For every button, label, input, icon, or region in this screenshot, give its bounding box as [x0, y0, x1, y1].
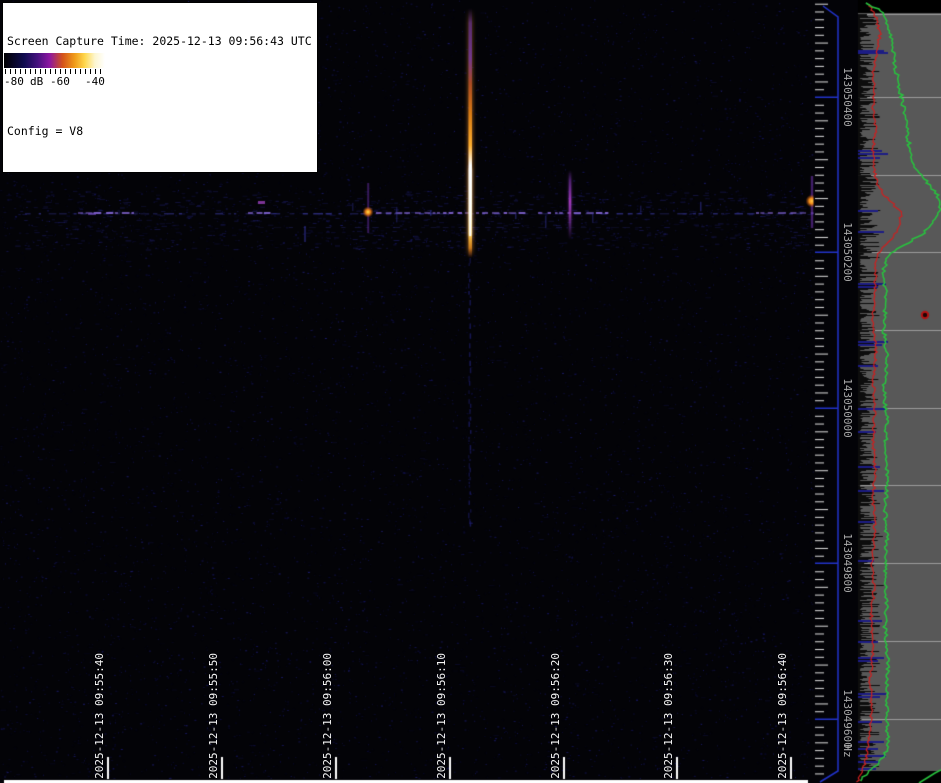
time-tick-label: 2025-12-13 09:55:40 [92, 653, 108, 779]
time-tick-label: 2025-12-13 09:56:40 [775, 653, 791, 779]
colormap-labels: -80 dB -60 -40 [3, 75, 106, 89]
time-tick-label: 2025-12-13 09:56:10 [434, 653, 450, 779]
frequency-unit-label: Hz [840, 744, 854, 757]
db-label-min: -80 [4, 75, 24, 88]
frequency-tick-label: 143050200 [840, 222, 854, 282]
time-tick-label: 2025-12-13 09:56:20 [548, 653, 564, 779]
db-label-max: -40 [85, 75, 105, 88]
colormap-ticks [5, 69, 105, 74]
spectrogram-screen-capture: Screen Capture Time: 2025-12-13 09:56:43… [0, 0, 941, 783]
colormap-gradient [4, 53, 105, 68]
frequency-tick-label: 143050400 [840, 67, 854, 127]
config-text: Config = V8 [7, 124, 312, 139]
frequency-tick-label: 143050000 [840, 378, 854, 438]
db-label-mid: -60 [50, 75, 70, 88]
time-tick-label: 2025-12-13 09:55:50 [206, 653, 222, 779]
frequency-tick-label: 143049600 [840, 689, 854, 749]
time-tick-label: 2025-12-13 09:56:00 [320, 653, 336, 779]
frequency-tick-label: 143049800 [840, 533, 854, 593]
time-tick-label: 2025-12-13 09:56:30 [661, 653, 677, 779]
db-unit-label: dB [30, 75, 43, 88]
capture-time-text: Screen Capture Time: 2025-12-13 09:56:43… [7, 34, 312, 49]
db-color-scale: -80 dB -60 -40 [3, 52, 106, 91]
